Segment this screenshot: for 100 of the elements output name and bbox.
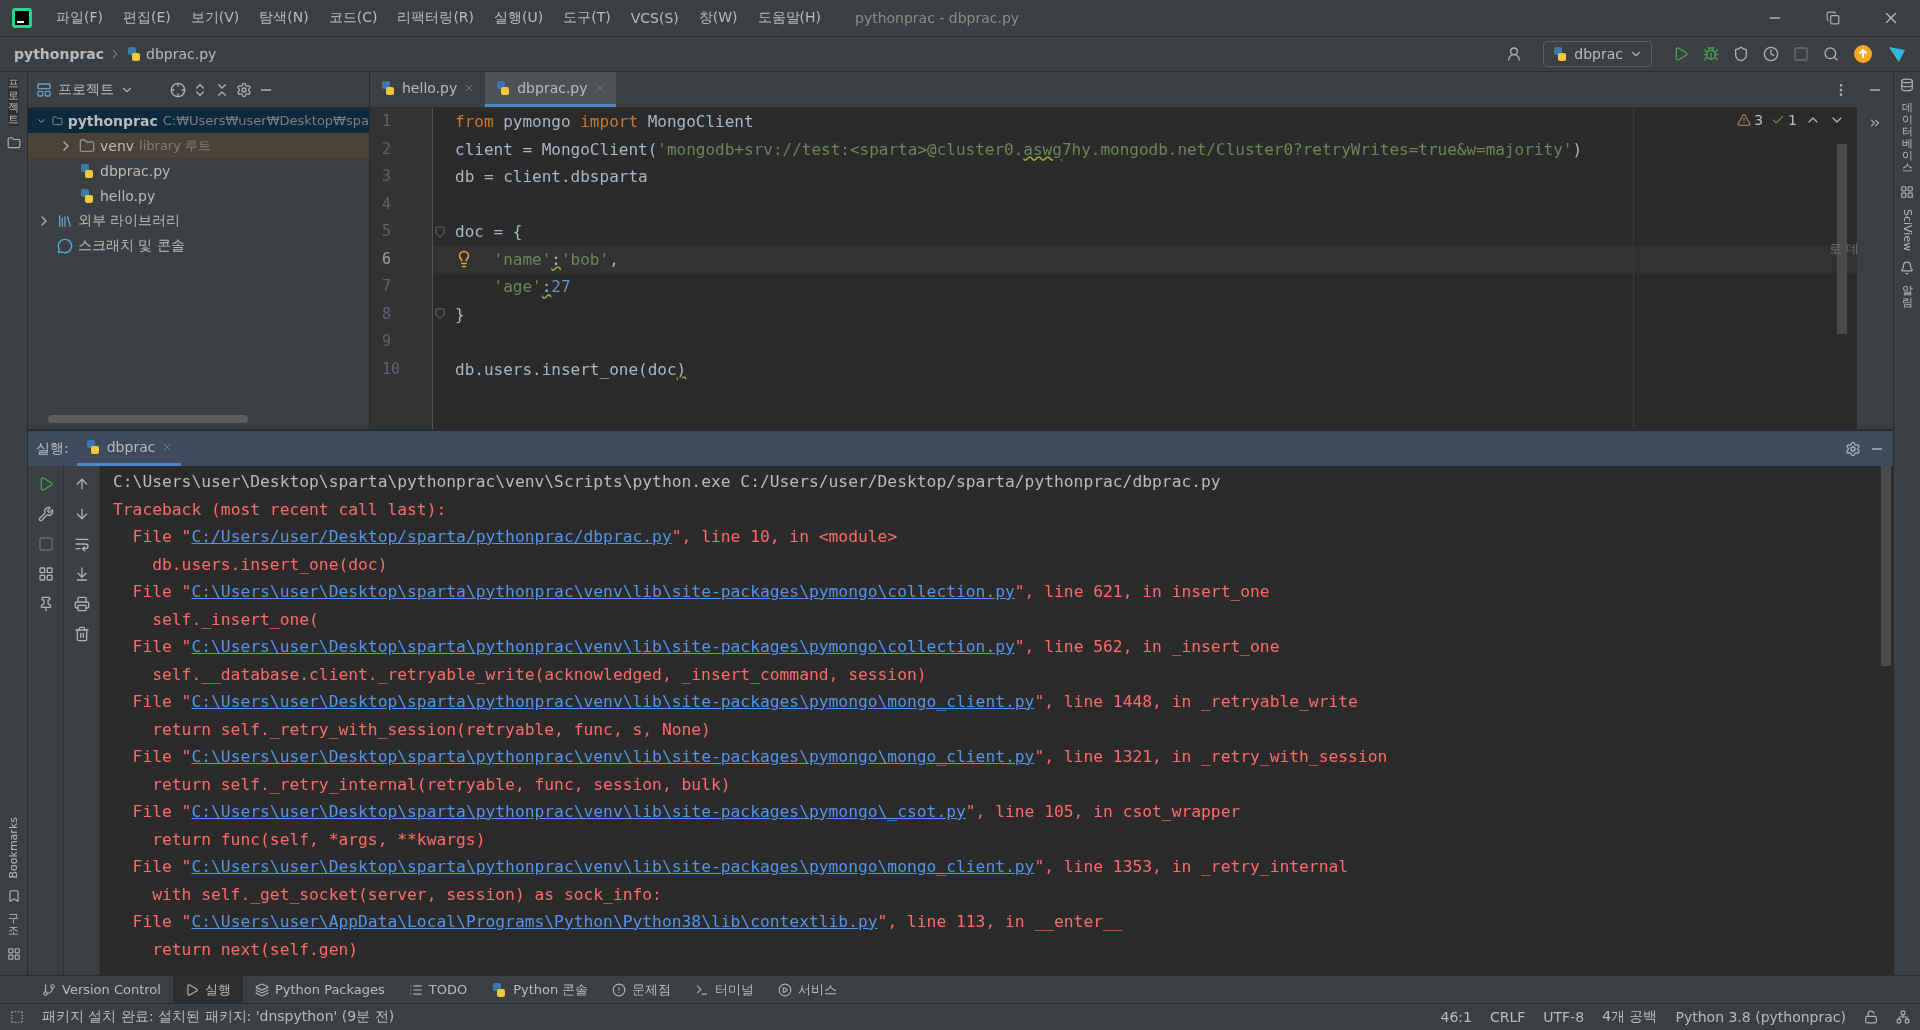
- menu-item[interactable]: 리팩터링(R): [387, 9, 485, 27]
- update-icon[interactable]: [1853, 44, 1873, 64]
- grid-icon[interactable]: [6, 947, 21, 961]
- trash-icon[interactable]: [73, 626, 90, 642]
- layers-icon: [254, 982, 269, 997]
- status-item[interactable]: UTF-8: [1543, 1009, 1585, 1025]
- status-item[interactable]: CRLF: [1489, 1009, 1526, 1025]
- menu-item[interactable]: 코드(C): [318, 9, 388, 27]
- scrollbar[interactable]: [1881, 466, 1891, 666]
- warning-count[interactable]: 3: [1737, 112, 1764, 128]
- file-link[interactable]: C:\Users\user\Desktop\sparta\pythonprac\venv\lib\site-packages\pymongo\mongo_client.py: [191, 747, 1035, 766]
- plugin-icon[interactable]: [1887, 44, 1907, 64]
- tree-item[interactable]: pythonprac C:₩Users₩user₩Desktop₩spa: [28, 108, 369, 133]
- project-tool-tab[interactable]: 프로젝트: [8, 78, 19, 127]
- editor-tab[interactable]: dbprac.py: [485, 72, 616, 107]
- unlock-icon[interactable]: [1864, 1010, 1878, 1024]
- window-icon: [36, 81, 52, 98]
- structure-tool-tab[interactable]: 구조: [8, 912, 19, 937]
- menu-item[interactable]: 편집(E): [113, 9, 181, 27]
- menu-item[interactable]: 실행(U): [484, 9, 554, 27]
- tree-item-label: venv: [100, 137, 135, 154]
- tree-item-label: 외부 라이브러리: [78, 211, 181, 230]
- typo-count[interactable]: 1: [1771, 112, 1797, 128]
- file-link[interactable]: C:\Users\user\Desktop\sparta\pythonprac\venv\lib\site-packages\pymongo\collection.py: [191, 582, 1015, 601]
- status-item[interactable]: Python 3.8 (pythonprac): [1675, 1009, 1846, 1025]
- restore-icon[interactable]: [1826, 11, 1840, 25]
- search-icon[interactable]: [1823, 46, 1839, 62]
- breadcrumb-item[interactable]: pythonprac: [14, 46, 105, 62]
- debug-icon[interactable]: [1703, 46, 1719, 62]
- fold-marker-icon[interactable]: [435, 308, 445, 321]
- file-link[interactable]: C:\Users\user\Desktop\sparta\pythonprac\venv\lib\site-packages\pymongo\collection.py: [191, 637, 1015, 656]
- panel-toggle-icon[interactable]: [10, 1010, 24, 1024]
- breadcrumb-item[interactable]: dbprac.py: [146, 46, 217, 62]
- bookmark-icon[interactable]: [6, 888, 21, 903]
- grid-icon[interactable]: [1900, 184, 1914, 199]
- tool-window-button[interactable]: Python Packages: [242, 976, 397, 1003]
- tree-item[interactable]: hello.py: [28, 183, 369, 208]
- file-link[interactable]: C:\Users\user\Desktop\sparta\pythonprac\venv\lib\site-packages\pymongo\_csot.py: [191, 802, 966, 821]
- console-line: File "C:\Users\user\Desktop\sparta\pythonprac\venv\lib\site-packages\pymongo\mongo_client.py", line 1448, in _retryable_write: [131, 691, 1359, 713]
- status-item[interactable]: 46:1: [1440, 1009, 1472, 1025]
- menu-item[interactable]: 도움말(H): [747, 9, 831, 27]
- folder-icon[interactable]: [6, 136, 21, 151]
- run-icon[interactable]: [1673, 46, 1689, 62]
- menu-item[interactable]: 도구(T): [553, 9, 621, 27]
- tree-item[interactable]: venv library 루트: [28, 133, 369, 158]
- database-icon[interactable]: [1900, 78, 1914, 92]
- expand-icon[interactable]: [1868, 116, 1882, 130]
- status-message: 패키지 설치 완료: 설치된 패키지: 'dnspython' (9분 전): [42, 1008, 396, 1026]
- status-item[interactable]: 4개 공백: [1602, 1008, 1658, 1026]
- python-file-icon: [1552, 46, 1569, 62]
- menu-item[interactable]: 파일(F): [46, 9, 113, 27]
- tree-item[interactable]: dbprac.py: [28, 158, 369, 183]
- console-line: self._insert_one(: [151, 608, 320, 631]
- settings-icon[interactable]: [236, 81, 252, 98]
- window-title: pythonprac - dbprac.py: [855, 10, 1021, 26]
- menu-item[interactable]: VCS(S): [620, 10, 689, 26]
- editor-tab[interactable]: hello.py: [370, 72, 486, 107]
- console-line: Traceback (most recent call last):: [113, 498, 448, 521]
- tool-window-button[interactable]: 문제점: [600, 976, 684, 1003]
- bookmarks-tool-tab[interactable]: Bookmarks: [7, 817, 20, 879]
- menu-item[interactable]: 탐색(N): [249, 9, 319, 27]
- tool-window-button[interactable]: Python 콘솔: [479, 976, 601, 1003]
- file-link[interactable]: C:\Users\user\AppData\Local\Programs\Python\Python38\lib\contextlib.py: [191, 912, 878, 931]
- notifications-tool-tab[interactable]: 알림: [1901, 284, 1913, 309]
- console-line: File "C:\Users\user\Desktop\sparta\pythonprac\venv\lib\site-packages\pymongo\collection.py", line 562, in _insert_one: [131, 636, 1281, 658]
- file-link[interactable]: C:\Users\user\Desktop\sparta\pythonprac\venv\lib\site-packages\pymongo\mongo_client.py: [191, 692, 1035, 711]
- project-view-dropdown[interactable]: 프로젝트: [36, 80, 134, 99]
- tree-item[interactable]: 외부 라이브러리: [28, 208, 369, 233]
- code-line: 'name':'bob',: [493, 249, 619, 269]
- wrench-icon[interactable]: [37, 506, 54, 522]
- file-link[interactable]: C:\Users\user\Desktop\sparta\pythonprac\venv\lib\site-packages\pymongo\mongo_client.py: [191, 857, 1035, 876]
- database-tool-tab[interactable]: 데이터베이스: [1901, 102, 1913, 175]
- bell-icon[interactable]: [1900, 260, 1914, 275]
- coverage-icon[interactable]: [1733, 46, 1749, 62]
- print-icon[interactable]: [73, 596, 90, 612]
- crosshair-icon[interactable]: [170, 81, 186, 98]
- settings-icon[interactable]: [1845, 440, 1861, 457]
- network-icon[interactable]: [1896, 1010, 1910, 1024]
- console-line: self.__database.client._retryable_write(acknowledged, _insert_command, session): [151, 663, 928, 686]
- tool-window-button[interactable]: 서비스: [766, 976, 850, 1003]
- python-file-icon: [495, 80, 512, 96]
- sciview-tool-tab[interactable]: SciView: [1900, 208, 1914, 251]
- fold-marker-icon[interactable]: [435, 225, 445, 238]
- menu-item[interactable]: 보기(V): [180, 9, 250, 27]
- soft-wrap-icon[interactable]: [73, 536, 90, 552]
- profile-icon[interactable]: [1763, 46, 1779, 62]
- alert-icon: [612, 982, 627, 997]
- user-icon[interactable]: [1506, 46, 1523, 62]
- file-link[interactable]: C:/Users/user/Desktop/sparta/pythonprac/dbprac.py: [191, 527, 672, 546]
- tool-window-button[interactable]: Version Control: [30, 976, 173, 1003]
- tool-window-button[interactable]: 터미널: [683, 976, 767, 1003]
- menu-item[interactable]: 창(W): [688, 9, 748, 27]
- console-line: File "C:\Users\user\Desktop\sparta\pythonprac\venv\lib\site-packages\pymongo\_csot.py", line 105, in csot_wrapper: [131, 801, 1242, 823]
- layout-icon[interactable]: [37, 566, 54, 582]
- tool-window-button[interactable]: 실행: [172, 976, 243, 1003]
- tool-window-button[interactable]: TODO: [396, 976, 480, 1003]
- tree-item-label: hello.py: [100, 187, 156, 204]
- run-config-dropdown[interactable]: dbprac: [1543, 41, 1652, 67]
- scrollbar[interactable]: [48, 415, 248, 423]
- tree-item[interactable]: 스크래치 및 콘솔: [28, 233, 369, 258]
